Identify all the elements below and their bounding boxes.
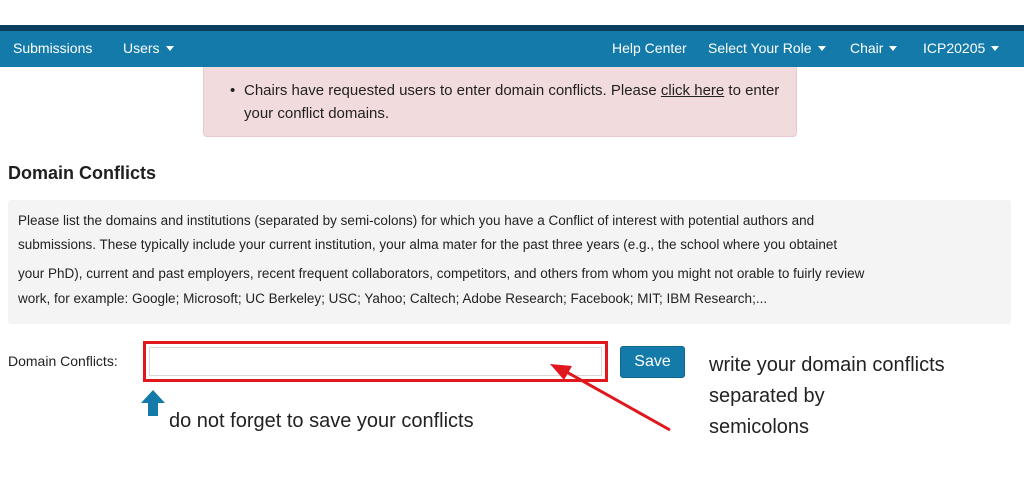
- caret-down-icon: [991, 46, 1000, 51]
- nav-submissions-label: Submissions: [13, 40, 93, 56]
- highlight-box: [143, 341, 608, 382]
- domain-conflicts-label: Domain Conflicts:: [8, 353, 118, 369]
- instructions-box: Please list the domains and institutions…: [8, 200, 1011, 324]
- page-title: Domain Conflicts: [8, 163, 157, 183]
- annotation-note-bottom: do not forget to save your conflicts: [169, 410, 474, 432]
- instructions-line: submissions. These typically include you…: [18, 237, 838, 252]
- annotation-line: write your domain conflicts: [709, 354, 945, 376]
- up-arrow-icon: [141, 390, 165, 416]
- save-button[interactable]: Save: [620, 346, 685, 378]
- nav-help-center[interactable]: Help Center: [612, 40, 687, 56]
- nav-help-center-label: Help Center: [612, 40, 687, 56]
- instructions-line: your PhD), current and past employers, r…: [18, 266, 865, 281]
- nav-users-label: Users: [123, 40, 160, 56]
- nav-select-role-label: Select Your Role: [708, 40, 812, 56]
- bullet-icon: •: [230, 82, 236, 99]
- click-here-link[interactable]: click here: [661, 82, 724, 99]
- nav-conference-dropdown[interactable]: ICP20205: [923, 40, 1000, 56]
- annotation-line: separated by: [709, 385, 825, 407]
- caret-down-icon: [889, 46, 898, 51]
- caret-down-icon: [165, 46, 174, 51]
- conflict-alert: • Chairs have requested users to enter d…: [203, 67, 797, 137]
- top-navbar: Submissions Users Help Center Select You…: [0, 25, 1024, 67]
- nav-submissions[interactable]: Submissions: [13, 40, 92, 56]
- alert-text-before: Chairs have requested users to enter dom…: [244, 82, 661, 99]
- top-strip: [0, 0, 1024, 25]
- instructions-line: work, for example: Google; Microsoft; UC…: [18, 291, 768, 306]
- nav-users-dropdown[interactable]: Users: [123, 40, 174, 56]
- nav-conference-label: ICP20205: [923, 40, 986, 56]
- annotation-note-right: write your domain conflicts separated by…: [709, 350, 945, 443]
- domain-conflicts-input[interactable]: [149, 347, 602, 376]
- instructions-line: Please list the domains and institutions…: [18, 213, 815, 228]
- nav-select-role-dropdown[interactable]: Select Your Role: [708, 40, 826, 56]
- nav-chair-dropdown[interactable]: Chair: [850, 40, 898, 56]
- caret-down-icon: [817, 46, 826, 51]
- nav-chair-label: Chair: [850, 40, 884, 56]
- annotation-line: semicolons: [709, 416, 810, 438]
- alert-message: Chairs have requested users to enter dom…: [244, 79, 784, 125]
